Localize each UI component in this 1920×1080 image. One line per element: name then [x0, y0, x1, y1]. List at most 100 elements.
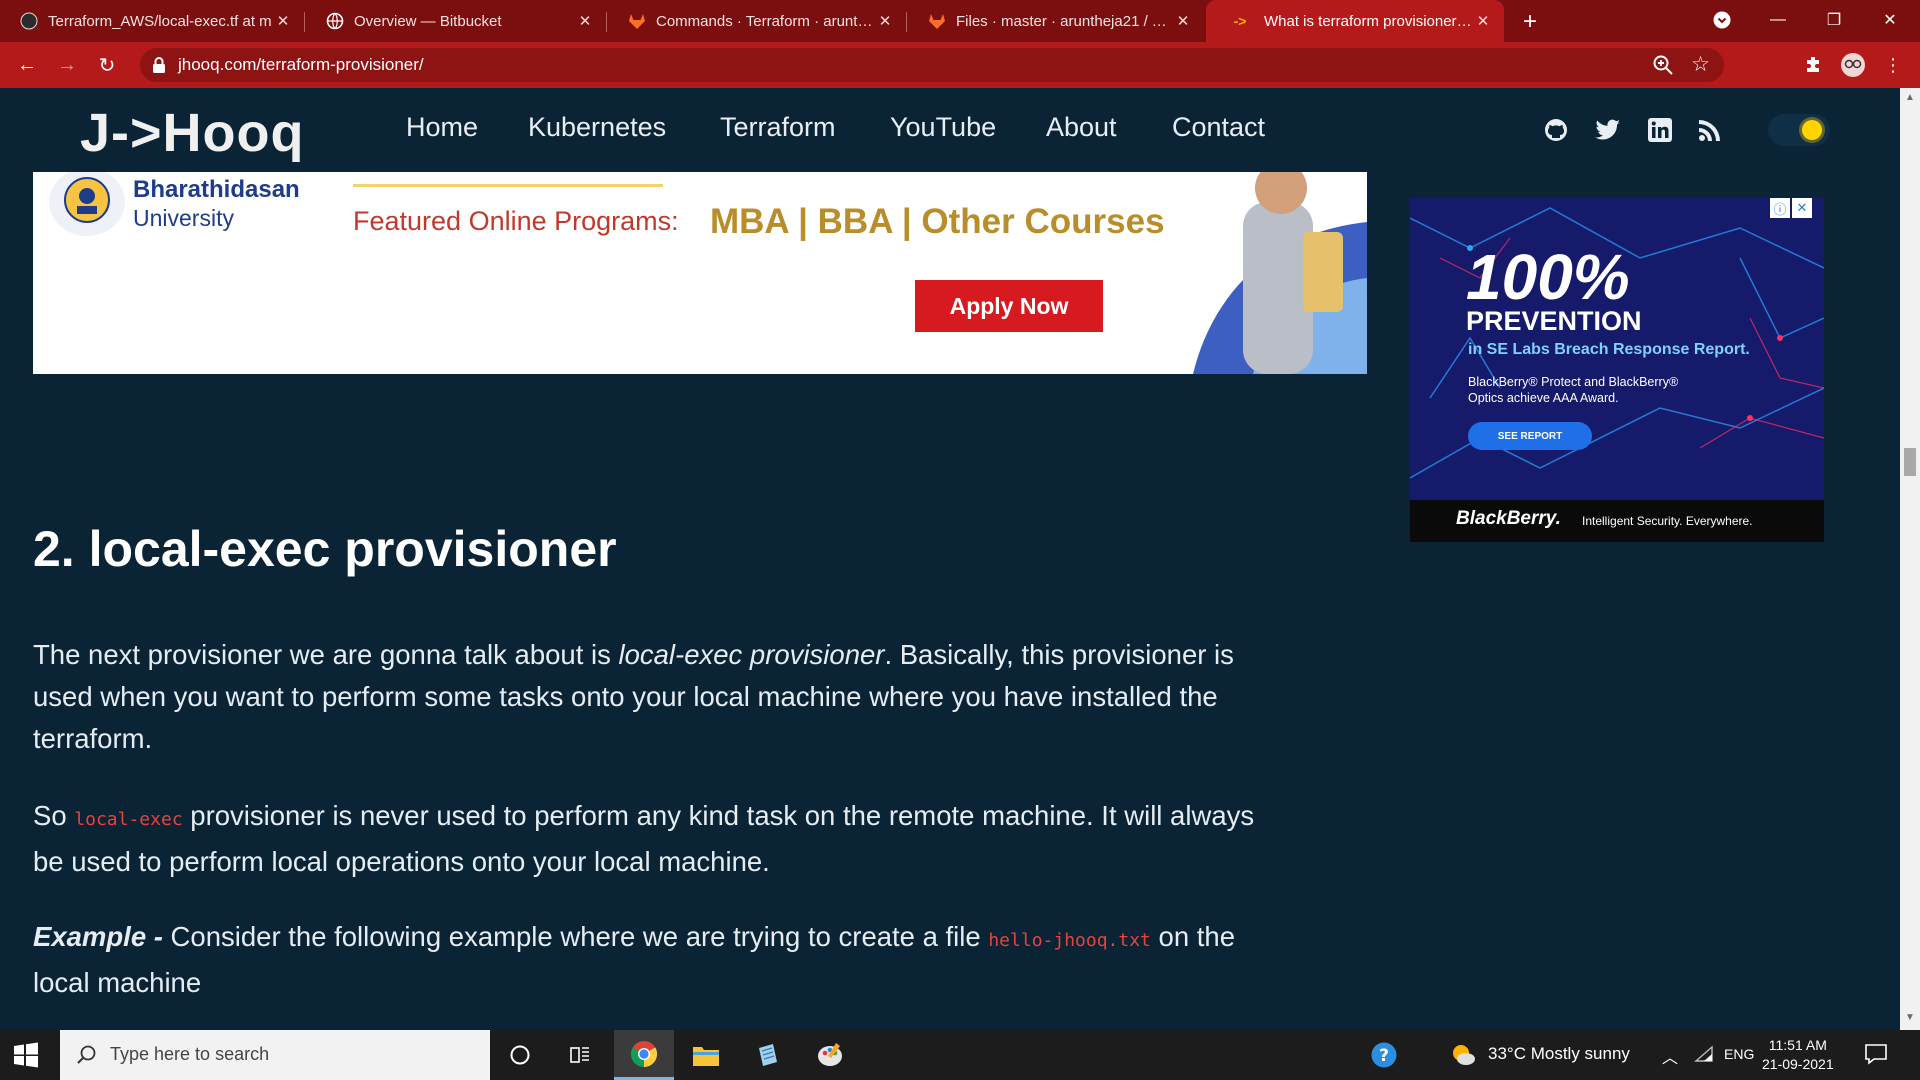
url-text: jhooq.com/terraform-provisioner/ — [178, 55, 424, 74]
forward-button[interactable]: → — [52, 50, 82, 80]
scroll-down-arrow-icon[interactable]: ▼ — [1904, 1012, 1916, 1024]
university-emblem-icon — [49, 172, 125, 236]
close-icon[interactable]: ✕ — [1792, 198, 1812, 218]
zoom-icon[interactable] — [1652, 54, 1674, 76]
windows-start-icon[interactable] — [12, 1041, 40, 1069]
restore-button[interactable]: ❐ — [1810, 0, 1858, 40]
adchoices-controls[interactable]: ⓘ ✕ — [1768, 198, 1812, 218]
notifications-icon[interactable] — [1864, 1042, 1888, 1071]
nav-home[interactable]: Home — [406, 112, 478, 143]
windows-taskbar: Type here to search ? 33°C Mostly sunny … — [0, 1030, 1920, 1080]
bookmark-star-icon[interactable]: ☆ — [1691, 52, 1710, 77]
taskbar-clock[interactable]: 11:51 AM 21-09-2021 — [1762, 1036, 1834, 1074]
ad-footer: BlackBerry. Intelligent Security. Everyw… — [1410, 500, 1824, 542]
site-header: J->Hooq Home Kubernetes Terraform YouTub… — [0, 88, 1900, 172]
close-icon[interactable]: ✕ — [272, 10, 294, 32]
ad-banner[interactable]: Bharathidasan University Featured Online… — [33, 172, 1367, 374]
task-view-icon[interactable] — [550, 1030, 610, 1080]
jhooq-icon: -> — [1233, 13, 1247, 29]
text-run: The next provisioner we are gonna talk a… — [33, 639, 619, 670]
apply-now-button[interactable]: Apply Now — [915, 280, 1103, 332]
inline-code: local-exec — [74, 809, 183, 830]
tab-title: Terraform_AWS/local-exec.tf at m — [48, 12, 272, 30]
wifi-icon[interactable] — [1694, 1045, 1714, 1068]
info-icon[interactable]: ⓘ — [1770, 198, 1790, 218]
file-explorer-icon[interactable] — [676, 1030, 736, 1080]
help-icon[interactable]: ? — [1354, 1030, 1414, 1080]
browser-tab[interactable]: Terraform_AWS/local-exec.tf at m ✕ — [0, 0, 304, 42]
new-tab-button[interactable]: + — [1516, 8, 1544, 36]
text-run: provisioner is never used to perform any… — [33, 800, 1255, 877]
github-icon — [20, 12, 38, 30]
globe-icon — [326, 12, 344, 30]
text-run: Consider the following example where we … — [162, 921, 989, 952]
profile-avatar[interactable] — [1840, 52, 1866, 78]
cortana-icon[interactable] — [490, 1030, 550, 1080]
close-icon[interactable]: ✕ — [874, 10, 896, 32]
browser-tab[interactable]: Commands · Terraform · arunthej ✕ — [608, 0, 906, 42]
decorative-line — [353, 184, 663, 187]
language-indicator[interactable]: ENG — [1724, 1046, 1754, 1062]
featured-programs-label: Featured Online Programs: — [353, 206, 679, 236]
sun-icon — [1802, 120, 1822, 140]
example-label: Example - — [33, 921, 163, 952]
university-name: Bharathidasan — [133, 176, 300, 203]
paragraph-example: Example - Consider the following example… — [33, 916, 1273, 1004]
section-heading: 2. local-exec provisioner — [33, 521, 617, 577]
emphasis-text: local-exec provisioner — [618, 639, 885, 670]
rss-icon[interactable] — [1696, 116, 1724, 144]
side-ad[interactable]: ⓘ ✕ 100% PREVENTION in SE Labs Breach Re… — [1410, 198, 1824, 542]
ad-headline: 100% — [1466, 241, 1630, 313]
scroll-up-arrow-icon[interactable]: ▲ — [1904, 92, 1916, 104]
close-window-button[interactable]: ✕ — [1866, 0, 1914, 40]
tab-search-button[interactable] — [1698, 0, 1746, 40]
notepad-icon[interactable] — [738, 1030, 798, 1080]
tab-title: Commands · Terraform · arunthej — [656, 12, 874, 30]
see-report-button[interactable]: SEE REPORT — [1468, 422, 1592, 450]
close-icon[interactable]: ✕ — [1172, 10, 1194, 32]
clock-date: 21-09-2021 — [1762, 1056, 1834, 1072]
paint-icon[interactable] — [800, 1030, 860, 1080]
site-logo[interactable]: J->Hooq — [80, 102, 305, 164]
gitlab-icon — [628, 12, 646, 30]
search-icon — [77, 1045, 96, 1064]
browser-tab[interactable]: Overview — Bitbucket ✕ — [306, 0, 606, 42]
back-button[interactable]: ← — [12, 50, 42, 80]
ad-prevention: PREVENTION — [1466, 306, 1642, 336]
extensions-icon[interactable] — [1800, 52, 1826, 78]
address-bar[interactable]: jhooq.com/terraform-provisioner/ ☆ — [140, 48, 1724, 82]
ad-model-image — [1193, 172, 1367, 374]
browser-tab[interactable]: Files · master · aruntheja21 / Terra ✕ — [908, 0, 1204, 42]
browser-tab-active[interactable]: -> What is terraform provisioner? | J ✕ — [1206, 0, 1504, 42]
show-hidden-icons-chevron-icon[interactable]: ︿ — [1662, 1044, 1678, 1068]
github-icon[interactable] — [1542, 116, 1570, 144]
nav-terraform[interactable]: Terraform — [720, 112, 836, 143]
nav-contact[interactable]: Contact — [1172, 112, 1265, 143]
theme-toggle[interactable] — [1768, 114, 1830, 146]
blackberry-logo: BlackBerry. — [1456, 508, 1561, 529]
taskbar-search[interactable]: Type here to search — [60, 1030, 490, 1080]
close-icon[interactable]: ✕ — [1472, 10, 1494, 32]
page-scrollbar[interactable]: ▲ ▼ — [1900, 88, 1920, 1030]
minimize-button[interactable]: — — [1754, 0, 1802, 40]
svg-text:?: ? — [1379, 1046, 1389, 1066]
ad-labs-text: in SE Labs Breach Response Report. — [1468, 341, 1750, 358]
nav-youtube[interactable]: YouTube — [890, 112, 996, 143]
university-name-line2: University — [133, 205, 234, 231]
chrome-taskbar-icon[interactable] — [614, 1030, 674, 1080]
nav-about[interactable]: About — [1046, 112, 1117, 143]
close-icon[interactable]: ✕ — [574, 10, 596, 32]
scroll-thumb[interactable] — [1904, 448, 1916, 476]
menu-kebab-icon[interactable]: ⋮ — [1880, 52, 1906, 78]
weather-text[interactable]: 33°C Mostly sunny — [1488, 1044, 1630, 1064]
inline-code: hello-jhooq.txt — [988, 930, 1151, 951]
tab-title: Files · master · aruntheja21 / Terra — [956, 12, 1172, 30]
tab-strip: Terraform_AWS/local-exec.tf at m ✕ Overv… — [0, 0, 1920, 42]
linkedin-icon[interactable] — [1646, 116, 1674, 144]
twitter-icon[interactable] — [1594, 116, 1622, 144]
weather-icon[interactable] — [1450, 1043, 1476, 1072]
paragraph-local-exec: So local-exec provisioner is never used … — [33, 795, 1273, 883]
clock-time: 11:51 AM — [1768, 1037, 1827, 1053]
nav-kubernetes[interactable]: Kubernetes — [528, 112, 666, 143]
reload-button[interactable]: ↻ — [92, 50, 122, 80]
